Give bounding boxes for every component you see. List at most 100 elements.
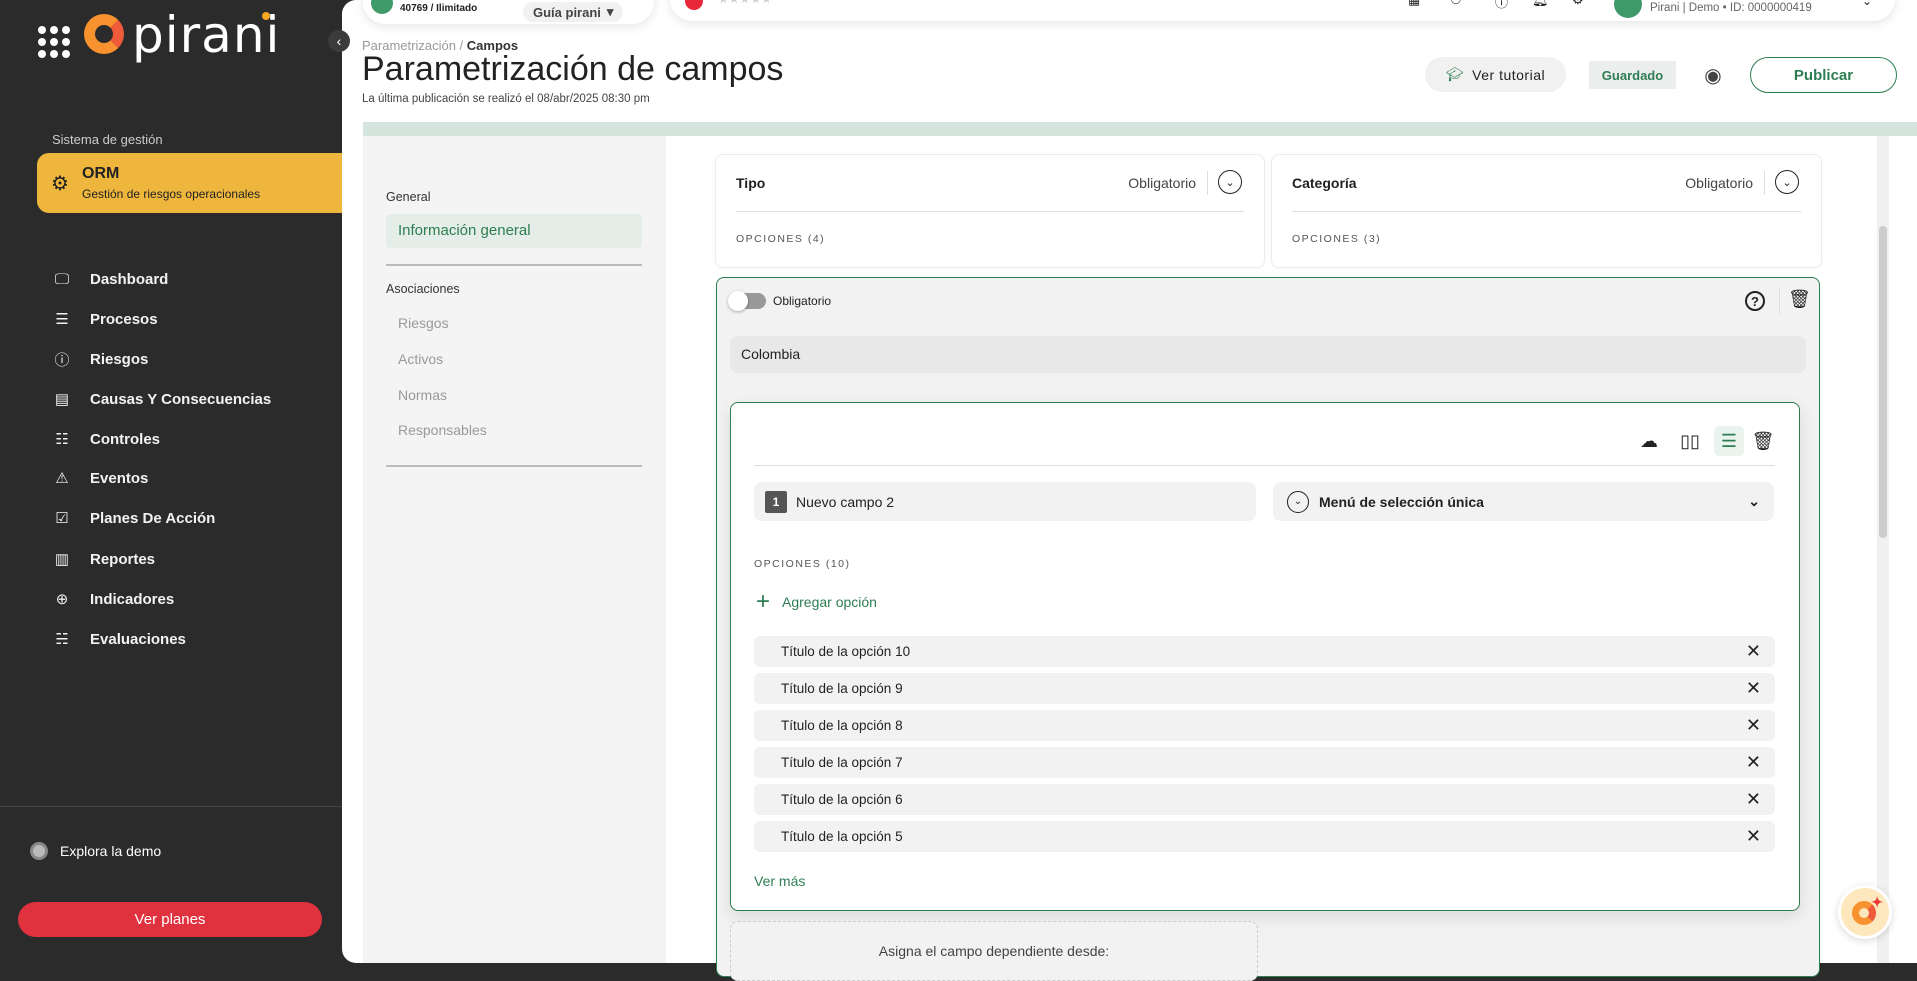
section-nav: [363, 136, 666, 963]
collapse-sidebar-button[interactable]: ‹: [328, 30, 350, 52]
section-nav-item-responsables[interactable]: Responsables: [398, 422, 487, 438]
trash-icon[interactable]: 🗑︎: [1748, 426, 1778, 456]
section-nav-item-activos[interactable]: Activos: [398, 351, 443, 367]
sidebar-item-riesgos[interactable]: ⓘ Riesgos: [52, 342, 332, 376]
settings-icon[interactable]: ⚙: [1572, 0, 1584, 8]
module-name: Gestión de riesgos operacionales: [82, 187, 261, 201]
rows-layout-icon[interactable]: ☰: [1714, 426, 1744, 456]
chevron-circle-icon: ⌄: [1287, 490, 1309, 513]
module-code: ORM: [82, 165, 120, 182]
label: Controles: [90, 430, 161, 448]
required-toggle[interactable]: [728, 291, 766, 311]
divider: [0, 806, 342, 807]
country-input[interactable]: Colombia: [730, 336, 1806, 373]
section-nav-item-normas[interactable]: Normas: [398, 387, 447, 403]
sidebar-item-procesos[interactable]: ☰ Procesos: [52, 302, 332, 336]
option-label: Título de la opción 5: [781, 829, 903, 844]
sidebar-item-controles[interactable]: ☷ Controles: [52, 422, 332, 456]
tutorial-button[interactable]: 🎓︎ Ver tutorial: [1425, 57, 1566, 92]
info-icon[interactable]: ⓘ: [1495, 0, 1508, 11]
option-row[interactable]: Título de la opción 8 ✕: [754, 710, 1775, 741]
preview-eye-icon[interactable]: ◉: [1700, 62, 1726, 88]
chevron-down-icon: ▾: [606, 4, 614, 19]
gear-icon: ⚙: [51, 173, 69, 195]
section-nav-item-informacion-general[interactable]: Información general: [386, 214, 642, 248]
explore-demo-link[interactable]: Explora la demo: [30, 842, 161, 860]
field-card-tipo[interactable]: Tipo Obligatorio ⌄ OPCIONES (4): [715, 154, 1265, 268]
system-label: Sistema de gestión: [52, 132, 163, 147]
graduation-cap-icon: 🎓︎: [1445, 66, 1465, 82]
columns-layout-icon[interactable]: ▯▯: [1675, 426, 1705, 456]
user-icon[interactable]: ⚇: [1450, 0, 1462, 8]
close-icon[interactable]: ✕: [1746, 826, 1761, 847]
field-card-categoria[interactable]: Categoría Obligatorio ⌄ OPCIONES (3): [1271, 154, 1822, 268]
rating-stars[interactable]: ★★★★★: [718, 0, 772, 6]
building-icon[interactable]: ▦: [1408, 0, 1420, 8]
close-icon[interactable]: ✕: [1746, 678, 1761, 699]
selected-type: Menú de selección única: [1319, 493, 1484, 510]
bell-icon[interactable]: 🔔︎: [1532, 0, 1549, 8]
option-row[interactable]: Título de la opción 7 ✕: [754, 747, 1775, 778]
scrollbar-thumb[interactable]: [1879, 226, 1887, 538]
option-row[interactable]: Título de la opción 9 ✕: [754, 673, 1775, 704]
sidebar-item-indicadores[interactable]: ⊕ Indicadores: [52, 582, 332, 616]
apps-grid-icon[interactable]: [38, 26, 70, 58]
assistant-button[interactable]: ✦: [1838, 885, 1892, 939]
field-label: Tipo: [736, 175, 766, 191]
monitor-icon: 🖵: [54, 270, 70, 288]
label: Agregar opción: [782, 594, 877, 610]
close-icon[interactable]: ✕: [1746, 715, 1761, 736]
publish-button[interactable]: Publicar: [1750, 57, 1897, 93]
sidebar-item-planes[interactable]: ☑ Planes De Acción: [52, 501, 332, 535]
field-label: Categoría: [1292, 175, 1357, 191]
pirani-logo-icon: [84, 14, 124, 54]
view-plans-button[interactable]: Ver planes: [18, 902, 322, 937]
label: Dashboard: [90, 270, 169, 288]
warning-triangle-icon: ⚠: [55, 470, 69, 487]
divider: [754, 465, 1775, 466]
option-row[interactable]: Título de la opción 5 ✕: [754, 821, 1775, 852]
chevron-down-icon[interactable]: ⌄: [1862, 0, 1872, 8]
option-label: Título de la opción 8: [781, 718, 903, 733]
field-type-select[interactable]: ⌄ Menú de selección única ⌄: [1273, 482, 1774, 521]
see-more-link[interactable]: Ver más: [754, 873, 805, 889]
sidebar-item-dashboard[interactable]: 🖵 Dashboard: [52, 262, 332, 296]
chevron-down-icon[interactable]: ⌄: [1218, 170, 1242, 194]
divider: [1292, 211, 1801, 212]
field-name-input[interactable]: 1 Nuevo campo 2: [754, 482, 1256, 521]
avatar[interactable]: [1614, 0, 1642, 18]
label: Causas Y Consecuencias: [90, 390, 272, 408]
add-option-button[interactable]: + Agregar opción: [756, 590, 877, 614]
sidebar-item-eventos[interactable]: ⚠ Eventos: [52, 461, 332, 495]
label: Reportes: [90, 550, 156, 568]
option-label: Título de la opción 7: [781, 755, 903, 770]
cloud-upload-icon[interactable]: ☁: [1634, 426, 1664, 456]
label: Explora la demo: [60, 843, 162, 859]
sidebar-item-reportes[interactable]: ▥ Reportes: [52, 542, 332, 576]
module-selector[interactable]: ⚙ ORM Gestión de riesgos operacionales: [37, 153, 356, 213]
sliders-icon: ☷: [55, 431, 69, 448]
close-icon[interactable]: ✕: [1746, 752, 1761, 773]
divider: [386, 465, 642, 467]
label: Procesos: [90, 310, 158, 328]
sidebar-item-causas[interactable]: ▤ Causas Y Consecuencias: [52, 382, 332, 416]
logo-dot: [262, 12, 270, 20]
option-row[interactable]: Título de la opción 10 ✕: [754, 636, 1775, 667]
divider: [1779, 288, 1780, 314]
help-icon[interactable]: ?: [1745, 291, 1765, 311]
alert-circle-icon: ⓘ: [54, 351, 70, 369]
sidebar-item-evaluaciones[interactable]: ☵ Evaluaciones: [52, 622, 332, 656]
section-nav-item-riesgos[interactable]: Riesgos: [398, 315, 449, 331]
crosshair-icon: ⊕: [55, 591, 69, 608]
close-icon[interactable]: ✕: [1746, 641, 1761, 662]
bar-chart-icon: ▥: [54, 551, 70, 568]
chevron-down-icon[interactable]: ⌄: [1775, 170, 1799, 194]
label: Guía pirani: [533, 4, 601, 20]
guide-dropdown[interactable]: Guía pirani ▾: [523, 2, 624, 22]
trash-icon[interactable]: 🗑︎: [1788, 289, 1811, 310]
field-required: Obligatorio: [1685, 175, 1753, 191]
option-row[interactable]: Título de la opción 6 ✕: [754, 784, 1775, 815]
close-icon[interactable]: ✕: [1746, 789, 1761, 810]
label: Ver tutorial: [1472, 66, 1546, 83]
account-info: Pirani | Demo • ID: 0000000419: [1650, 2, 1812, 14]
